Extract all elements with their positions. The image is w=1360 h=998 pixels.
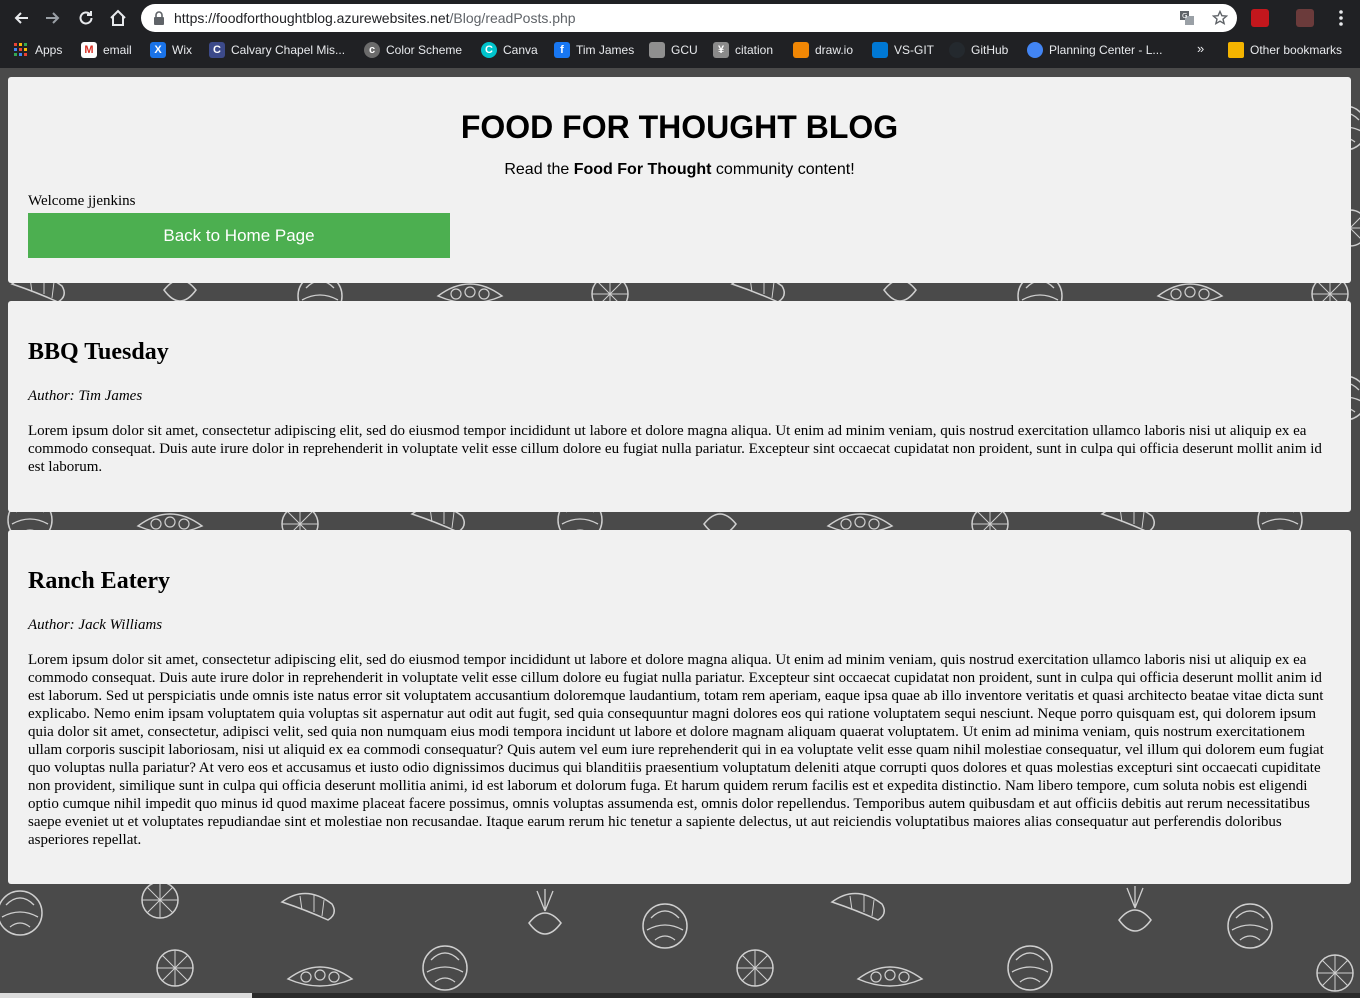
arrow-right-icon — [46, 12, 60, 24]
pdf-extension-icon[interactable] — [1251, 9, 1269, 27]
drawio-icon — [793, 42, 809, 58]
apps-grid-icon — [13, 42, 29, 58]
page-viewport: FOOD FOR THOUGHT BLOG Read the Food For … — [0, 68, 1360, 998]
post-author: Author: Tim James — [28, 388, 143, 404]
canva-icon: C — [481, 42, 497, 58]
url-text: https://foodforthoughtblog.azurewebsites… — [174, 10, 576, 26]
bookmark-label: Planning Center - L... — [1049, 43, 1163, 57]
more-bookmarks-button[interactable]: » — [1197, 41, 1204, 56]
more-menu-icon[interactable] — [1338, 8, 1344, 28]
browser-chrome: https://foodforthoughtblog.azurewebsites… — [0, 0, 1360, 68]
tagline: Read the Food For Thought community cont… — [8, 161, 1351, 179]
bookmark-citation[interactable]: ¥ citation — [713, 41, 773, 59]
lock-icon — [154, 11, 164, 25]
bookmark-calvary[interactable]: C Calvary Chapel Mis... — [209, 41, 345, 59]
bookmark-label: GCU — [671, 43, 698, 57]
bookmark-label: Canva — [503, 43, 538, 57]
bookmark-label: Tim James — [576, 43, 635, 57]
bookmark-label: Apps — [35, 43, 63, 57]
bookmark-canva[interactable]: C Canva — [481, 41, 538, 59]
post-body: Lorem ipsum dolor sit amet, consectetur … — [28, 652, 1324, 848]
browser-toolbar: https://foodforthoughtblog.azurewebsites… — [0, 0, 1360, 36]
other-bookmarks-label: Other bookmarks — [1250, 43, 1343, 57]
post-card: Ranch Eatery Author: Jack Williams Lorem… — [8, 530, 1351, 884]
bookmark-apps[interactable]: Apps — [13, 41, 62, 59]
azure-devops-icon — [872, 42, 888, 58]
star-icon[interactable] — [1212, 10, 1228, 26]
bookmark-email[interactable]: M email — [81, 41, 132, 59]
tagline-suffix: community content! — [711, 161, 855, 178]
bookmark-planning-center[interactable]: Planning Center - L... — [1027, 41, 1162, 59]
bookmark-tim-james[interactable]: f Tim James — [554, 41, 634, 59]
gcu-icon — [649, 42, 665, 58]
home-button[interactable] — [106, 6, 130, 30]
back-button[interactable] — [9, 6, 33, 30]
post-body: Lorem ipsum dolor sit amet, consectetur … — [28, 423, 1322, 475]
header-card: FOOD FOR THOUGHT BLOG Read the Food For … — [8, 77, 1351, 283]
color-scheme-icon: c — [364, 42, 380, 58]
translate-icon[interactable]: G — [1179, 10, 1195, 26]
bookmark-label: draw.io — [815, 43, 854, 57]
bookmark-label: email — [103, 43, 132, 57]
svg-text:G: G — [1182, 12, 1187, 20]
planning-center-icon — [1027, 42, 1043, 58]
address-bar[interactable]: https://foodforthoughtblog.azurewebsites… — [141, 4, 1237, 32]
bookmark-vs-git[interactable]: VS-GIT — [872, 41, 934, 59]
post-author: Author: Jack Williams — [28, 617, 163, 633]
doodle-row-bottom — [0, 881, 1354, 992]
gmail-icon: M — [81, 42, 97, 58]
url-host: https://foodforthoughtblog.azurewebsites… — [174, 10, 450, 26]
bookmark-github[interactable]: GitHub — [949, 41, 1008, 59]
bookmark-label: Calvary Chapel Mis... — [231, 43, 346, 57]
tagline-brand: Food For Thought — [573, 161, 712, 178]
back-to-home-button[interactable]: Back to Home Page — [28, 213, 450, 258]
bookmark-gcu[interactable]: GCU — [649, 41, 698, 59]
forward-button[interactable] — [41, 6, 65, 30]
extension-icon[interactable] — [1296, 9, 1314, 27]
wix-icon: X — [150, 42, 166, 58]
horizontal-scrollbar[interactable] — [0, 993, 1360, 998]
calvary-icon: C — [209, 42, 225, 58]
tagline-prefix: Read the — [504, 161, 574, 178]
bookmark-wix[interactable]: X Wix — [150, 41, 192, 59]
citation-icon: ¥ — [713, 42, 729, 58]
github-icon — [949, 42, 965, 58]
arrow-left-icon — [14, 12, 28, 24]
post-title: BBQ Tuesday — [28, 339, 169, 365]
url-path: /Blog/readPosts.php — [449, 10, 576, 26]
bookmark-label: GitHub — [971, 43, 1009, 57]
reload-button[interactable] — [74, 6, 98, 30]
scrollbar-thumb[interactable] — [0, 993, 252, 998]
facebook-icon: f — [554, 42, 570, 58]
folder-icon — [1228, 42, 1244, 58]
reload-icon — [79, 11, 93, 25]
bookmark-drawio[interactable]: draw.io — [793, 41, 853, 59]
other-bookmarks[interactable]: Other bookmarks — [1228, 41, 1342, 59]
site-title: FOOD FOR THOUGHT BLOG — [460, 109, 899, 145]
post-card: BBQ Tuesday Author: Tim James Lorem ipsu… — [8, 301, 1351, 512]
bookmark-label: VS-GIT — [894, 43, 935, 57]
bookmarks-bar: Apps M email X Wix C Calvary Chapel Mis.… — [0, 36, 1360, 64]
post-title: Ranch Eatery — [28, 568, 170, 594]
home-icon — [110, 9, 126, 26]
bookmark-label: Color Scheme — [386, 43, 463, 57]
bookmark-label: citation — [735, 43, 774, 57]
bookmark-color-scheme[interactable]: c Color Scheme — [364, 41, 462, 59]
bookmark-label: Wix — [172, 43, 192, 57]
welcome-message: Welcome jjenkins — [28, 193, 136, 209]
